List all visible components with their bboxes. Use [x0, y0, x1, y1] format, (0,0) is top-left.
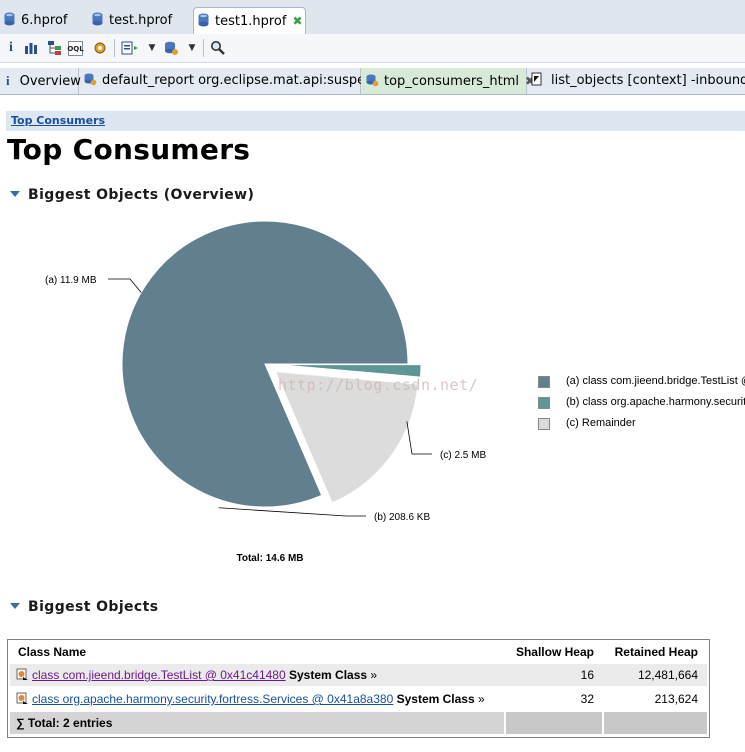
object-link[interactable]: class org.apache.harmony.security.fortre…	[32, 692, 393, 706]
tab-label: Overview	[19, 74, 81, 89]
info-icon[interactable]: i	[2, 39, 20, 57]
slice-leader-line	[108, 278, 142, 293]
tab-overview[interactable]: i Overview	[0, 68, 81, 94]
table-row[interactable]: class com.jieend.bridge.TestList @ 0x41c…	[10, 664, 707, 686]
table-row[interactable]: class org.apache.harmony.security.fortre…	[10, 688, 707, 710]
section-objects-heading: Biggest Objects	[28, 599, 159, 615]
object-type-label: System Class	[289, 668, 368, 682]
list-objects-icon	[531, 72, 542, 86]
legend-swatch	[538, 376, 550, 388]
editor-tab-label: test.hprof	[109, 13, 173, 28]
gear-icon[interactable]	[91, 39, 109, 57]
heap-dump-icon	[198, 13, 209, 27]
query-browser-icon[interactable]	[121, 39, 139, 57]
toolbar: i OQL ▼ ▼	[0, 34, 745, 63]
legend-label: (a) class com.jieend.bridge.TestList @	[566, 375, 745, 387]
total-label-cell: ∑ Total: 2 entries	[16, 712, 112, 734]
tab-label: top_consumers_html	[384, 74, 520, 89]
tab-label: default_report org.eclipse.mat.api:suspe…	[102, 73, 385, 88]
retained-heap-cell: 213,624	[654, 692, 698, 706]
class-object-icon	[16, 668, 28, 680]
oql-icon[interactable]: OQL	[67, 41, 84, 56]
column-header-retained-heap[interactable]: Retained Heap	[606, 640, 698, 664]
table-total-row: ∑ Total: 2 entries	[10, 712, 707, 734]
slice-data-label: (b) 208.6 KB	[374, 512, 430, 523]
section-overview-toggle[interactable]: Biggest Objects (Overview)	[10, 187, 254, 203]
slice-leader-line	[218, 507, 366, 517]
close-icon[interactable]: ✖	[292, 14, 302, 28]
class-name-cell: class org.apache.harmony.security.fortre…	[16, 688, 485, 710]
editor-tab-6-hprof[interactable]: 6.hprof	[0, 8, 73, 34]
editor-tab-label: 6.hprof	[21, 13, 68, 28]
object-type-label: System Class	[396, 692, 475, 706]
expand-arrow-icon[interactable]: »	[370, 668, 377, 682]
page-title: Top Consumers	[7, 133, 251, 166]
column-header-shallow-heap[interactable]: Shallow Heap	[508, 640, 594, 664]
editor-tab-label: test1.hprof	[215, 14, 287, 29]
legend-label: (b) class org.apache.harmony.security	[566, 396, 745, 408]
slice-leader-line	[406, 421, 432, 455]
dominator-tree-icon[interactable]	[46, 39, 64, 57]
report-content: Top Consumers Top Consumers Biggest Obje…	[0, 95, 745, 752]
total-label: Total: 2 entries	[27, 716, 113, 730]
class-name-cell: class com.jieend.bridge.TestList @ 0x41c…	[16, 664, 377, 686]
legend-label: (c) Remainder	[566, 417, 636, 429]
chevron-down-icon[interactable]: ▼	[183, 39, 201, 57]
total-retained-cell	[602, 712, 707, 734]
shallow-heap-cell: 32	[580, 692, 594, 706]
watermark: http://blog.csdn.net/	[278, 376, 479, 394]
search-icon[interactable]	[209, 39, 227, 57]
editor-tab-test-hprof[interactable]: test.hprof	[88, 8, 178, 34]
class-object-icon	[16, 692, 28, 704]
column-header-class-name[interactable]: Class Name	[18, 640, 86, 664]
object-link[interactable]: class com.jieend.bridge.TestList @ 0x41c…	[32, 668, 286, 682]
report-icon	[84, 73, 97, 86]
pie-chart: (a) 11.9 MB (b) 208.6 KB (c) 2.5 MB Total: …	[45, 220, 486, 564]
tab-default-report[interactable]: default_report org.eclipse.mat.api:suspe…	[79, 68, 384, 94]
sum-icon: ∑	[16, 716, 25, 730]
biggest-objects-table: Class Name Shallow Heap Retained Heap cl…	[7, 639, 710, 738]
shallow-heap-cell: 16	[580, 668, 594, 682]
editor-tab-test1-hprof[interactable]: test1.hprof ✖	[193, 7, 306, 35]
heap-dump-icon	[92, 12, 103, 26]
report-icon	[366, 74, 379, 87]
info-icon: i	[6, 73, 10, 88]
slice-data-label: (c) 2.5 MB	[440, 450, 486, 461]
retained-heap-cell: 12,481,664	[637, 668, 698, 682]
report-tab-bar: i Overview default_report org.eclipse.mat…	[0, 68, 745, 95]
slice-data-label: (a) 11.9 MB	[45, 275, 97, 286]
editor-tab-bar: 6.hprof test.hprof test1.hprof ✖	[0, 0, 745, 35]
heap-report-icon[interactable]	[162, 39, 180, 57]
legend-swatch	[538, 418, 550, 430]
legend-swatch	[538, 397, 550, 409]
section-objects-toggle[interactable]: Biggest Objects	[10, 599, 158, 615]
heap-dump-icon	[4, 12, 15, 26]
breadcrumb: Top Consumers	[6, 111, 745, 131]
chevron-down-icon[interactable]: ▼	[143, 39, 161, 57]
collapse-triangle-icon	[10, 191, 20, 197]
tab-list-objects[interactable]: list_objects [context] -inbound	[527, 68, 745, 94]
section-overview-heading: Biggest Objects (Overview)	[28, 187, 255, 203]
expand-arrow-icon[interactable]: »	[478, 692, 485, 706]
chart-total-label: Total: 14.6 MB	[236, 553, 303, 564]
breadcrumb-link-top-consumers[interactable]: Top Consumers	[11, 114, 105, 127]
collapse-triangle-icon	[10, 603, 20, 609]
total-shallow-cell	[504, 712, 602, 734]
histogram-icon[interactable]	[22, 39, 40, 57]
tab-label: list_objects [context] -inbound	[551, 73, 745, 88]
tab-top-consumers-html[interactable]: top_consumers_html ✖	[361, 68, 535, 94]
